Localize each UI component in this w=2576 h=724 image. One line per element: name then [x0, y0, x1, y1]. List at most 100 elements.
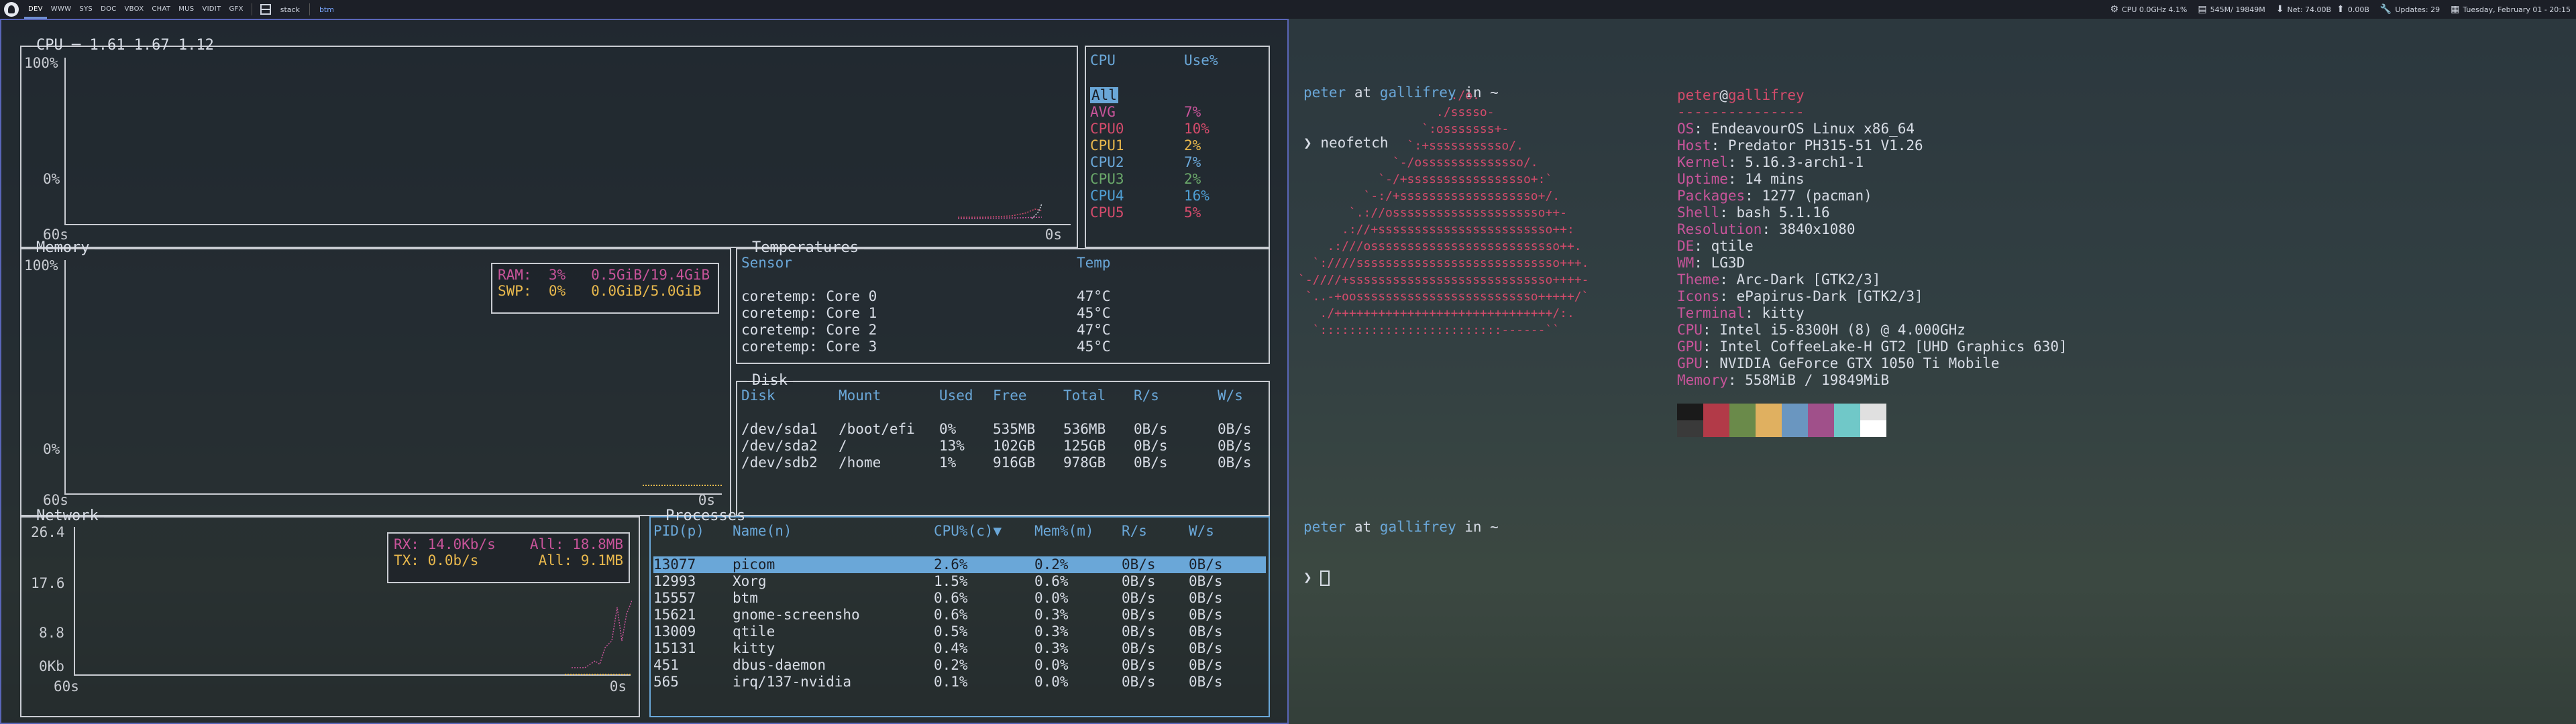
- info-key: Kernel: [1677, 154, 1728, 170]
- info-colon: :: [1719, 288, 1737, 304]
- processes-table[interactable]: PID(p) Name(n) CPU%(c)▼ Mem%(m) R/s W/s 13077…: [653, 523, 1266, 690]
- table-cell: 13%: [939, 438, 965, 454]
- table-row[interactable]: 15621 gnome-screensho 0.6% 0.3% 0B/s 0B/s: [653, 607, 1266, 623]
- memory-panel[interactable]: Memory 100% 0% 60s 0s RAM: 3% 0.5GiB/19.…: [20, 240, 731, 516]
- table-cell: 0B/s: [1122, 674, 1156, 690]
- workspace-gfx[interactable]: GFX: [225, 0, 247, 19]
- column-header[interactable]: CPU%(c)▼: [934, 523, 1034, 540]
- info-key: CPU: [1677, 322, 1703, 338]
- table-cell: 0.4%: [934, 640, 968, 656]
- column-header[interactable]: R/s: [1122, 523, 1189, 540]
- cpu-row-cpu5[interactable]: CPU5 5%: [1090, 204, 1258, 221]
- cpu-row-avg[interactable]: AVG 7%: [1090, 104, 1258, 121]
- info-value: EndeavourOS Linux x86_64: [1711, 121, 1915, 137]
- table-cell: 102GB: [993, 438, 1036, 454]
- cpu-row-cpu1[interactable]: CPU1 2%: [1090, 137, 1258, 154]
- workspace-vidit[interactable]: VIDIT: [198, 0, 225, 19]
- cpu-list-header-cpu: CPU: [1090, 52, 1116, 68]
- cpu-row-cpu0[interactable]: CPU0 10%: [1090, 121, 1258, 137]
- window-title-btm[interactable]: btm: [314, 5, 339, 14]
- workspace-doc[interactable]: DOC: [97, 0, 120, 19]
- table-row[interactable]: 15557 btm 0.6% 0.0% 0B/s 0B/s: [653, 590, 1266, 607]
- info-value: bash 5.1.16: [1736, 204, 1830, 221]
- table-cell: 0B/s: [1189, 657, 1223, 673]
- cpu-row-cpu2[interactable]: CPU2 7%: [1090, 154, 1258, 171]
- workspace-list: DEV WWW SYS DOC VBOX CHAT MUS VIDIT GFX: [24, 0, 248, 19]
- column-header[interactable]: Mem%(m): [1034, 523, 1122, 540]
- neofetch-user-host: peter@gallifrey: [1677, 87, 2068, 104]
- column-header[interactable]: W/s: [1218, 387, 1258, 404]
- cpu-row-name: CPU1: [1090, 137, 1124, 154]
- terminal-prompt-2[interactable]: peter at gallifrey in ~ ❯: [1303, 485, 1499, 603]
- info-packages: Packages: 1277 (pacman): [1677, 188, 2068, 204]
- table-row[interactable]: 15131 kitty 0.4% 0.3% 0B/s 0B/s: [653, 640, 1266, 657]
- workspace-vbox[interactable]: VBOX: [121, 0, 148, 19]
- column-header[interactable]: R/s: [1134, 387, 1218, 404]
- table-cell: 13009: [653, 623, 696, 640]
- info-value: 3840x1080: [1778, 221, 1856, 237]
- memory-icon: ▤: [2198, 4, 2207, 15]
- column-header[interactable]: Name(n): [733, 523, 934, 540]
- column-header[interactable]: Total: [1063, 387, 1134, 404]
- cpu-row-name: All: [1090, 87, 1118, 103]
- workspace-sys[interactable]: SYS: [75, 0, 97, 19]
- network-y-tick-1: 17.6: [31, 575, 65, 591]
- info-key: WM: [1677, 255, 1695, 271]
- column-header[interactable]: Free: [993, 387, 1063, 404]
- cpu-rows: All AVG 7% CPU0 10% CPU1 2% CPU2 7% CPU3 2% CPU4 16%…: [1090, 87, 1258, 221]
- column-header[interactable]: Sensor: [741, 255, 1077, 272]
- info-host: Host: Predator PH315-51 V1.26: [1677, 137, 2068, 154]
- network-panel-title: Network: [31, 508, 104, 524]
- table-row[interactable]: 451 dbus-daemon 0.2% 0.0% 0B/s 0B/s: [653, 657, 1266, 674]
- updates-text: Updates: 29: [2395, 5, 2440, 14]
- download-arrow-icon: ⬇: [2275, 4, 2284, 15]
- table-cell: 0B/s: [1189, 623, 1223, 640]
- clock-widget: ▦ Tuesday, February 01 - 20:15: [2445, 0, 2576, 19]
- table-cell: 0B/s: [1122, 623, 1156, 640]
- table-row: /dev/sda2 / 13% 102GB 125GB 0B/s 0B/s: [741, 438, 1258, 455]
- cpu-list-panel[interactable]: CPU Use% All AVG 7% CPU0 10% CPU1 2% CPU2 7% CPU3 2…: [1085, 46, 1270, 248]
- table-row[interactable]: 13009 qtile 0.5% 0.3% 0B/s 0B/s: [653, 623, 1266, 640]
- workspace-chat[interactable]: CHAT: [148, 0, 174, 19]
- input-line[interactable]: ❯: [1303, 569, 1499, 586]
- disk-table: Disk Mount Used Free Total R/s W/s /dev/sda1/b…: [741, 387, 1258, 471]
- cpu-row-cpu3[interactable]: CPU3 2%: [1090, 171, 1258, 188]
- processes-panel[interactable]: Processes PID(p) Name(n) CPU%(c)▼ Mem%(m) R/…: [649, 508, 1270, 717]
- column-header[interactable]: Used: [939, 387, 993, 404]
- distro-logo-icon[interactable]: [4, 2, 19, 17]
- column-header[interactable]: PID(p): [653, 523, 733, 540]
- table-cell: coretemp: Core 2: [741, 322, 877, 338]
- table-cell: /dev/sda2: [741, 438, 818, 454]
- cpu-graph-panel[interactable]: CPU ─ 1.61 1.67 1.12 100% 0% 60s 0s: [20, 38, 1078, 248]
- cpu-list-table: CPU Use%: [1090, 52, 1258, 86]
- workspace-mus[interactable]: MUS: [174, 0, 198, 19]
- info-key: Resolution: [1677, 221, 1762, 237]
- table-cell: 0B/s: [1122, 607, 1156, 623]
- table-row[interactable]: 12993 Xorg 1.5% 0.6% 0B/s 0B/s: [653, 573, 1266, 590]
- table-row[interactable]: 565 irq/137-nvidia 0.1% 0.0% 0B/s 0B/s: [653, 674, 1266, 690]
- disk-panel[interactable]: Disk Disk Mount Used Free Total R/s W/s /dev/s…: [736, 373, 1270, 516]
- table-cell: /home: [839, 455, 881, 471]
- layout-icon[interactable]: [260, 4, 271, 15]
- info-wm: WM: LG3D: [1677, 255, 2068, 272]
- temperatures-panel[interactable]: Temperatures Sensor Temp coretemp: Core 0…: [736, 240, 1270, 364]
- cpu-row-all[interactable]: All: [1090, 87, 1258, 104]
- column-header[interactable]: W/s: [1189, 523, 1266, 540]
- status-widgets: ⚙ CPU 0.0GHz 4.1% ▤ 545M/ 19849M ⬇ Net: 74.…: [2104, 0, 2576, 19]
- column-header[interactable]: Mount: [839, 387, 939, 404]
- workspace-dev[interactable]: DEV: [24, 0, 47, 19]
- table-cell: 0.6%: [1034, 573, 1069, 589]
- table-cell: 535MB: [993, 421, 1036, 437]
- column-header[interactable]: Disk: [741, 387, 839, 404]
- table-cell: 0B/s: [1189, 573, 1223, 589]
- cpu-row-cpu4[interactable]: CPU4 16%: [1090, 188, 1258, 204]
- column-header[interactable]: Temp: [1077, 255, 1258, 272]
- ram-value: 0.5GiB/19.4GiB: [591, 267, 710, 283]
- workspace-www[interactable]: WWW: [47, 0, 76, 19]
- network-panel[interactable]: Network 26.4 17.6 8.8 0Kb 60s 0s RX: 14.…: [20, 508, 640, 717]
- cpu-text: CPU 0.0GHz 4.1%: [2122, 5, 2188, 14]
- table-cell: 15621: [653, 607, 696, 623]
- table-row[interactable]: 13077 picom 2.6% 0.2% 0B/s 0B/s: [653, 556, 1266, 573]
- btm-window[interactable]: CPU ─ 1.61 1.67 1.12 100% 0% 60s 0s CPU U…: [0, 19, 1289, 724]
- updates-widget[interactable]: 🔧 Updates: 29: [2375, 0, 2445, 19]
